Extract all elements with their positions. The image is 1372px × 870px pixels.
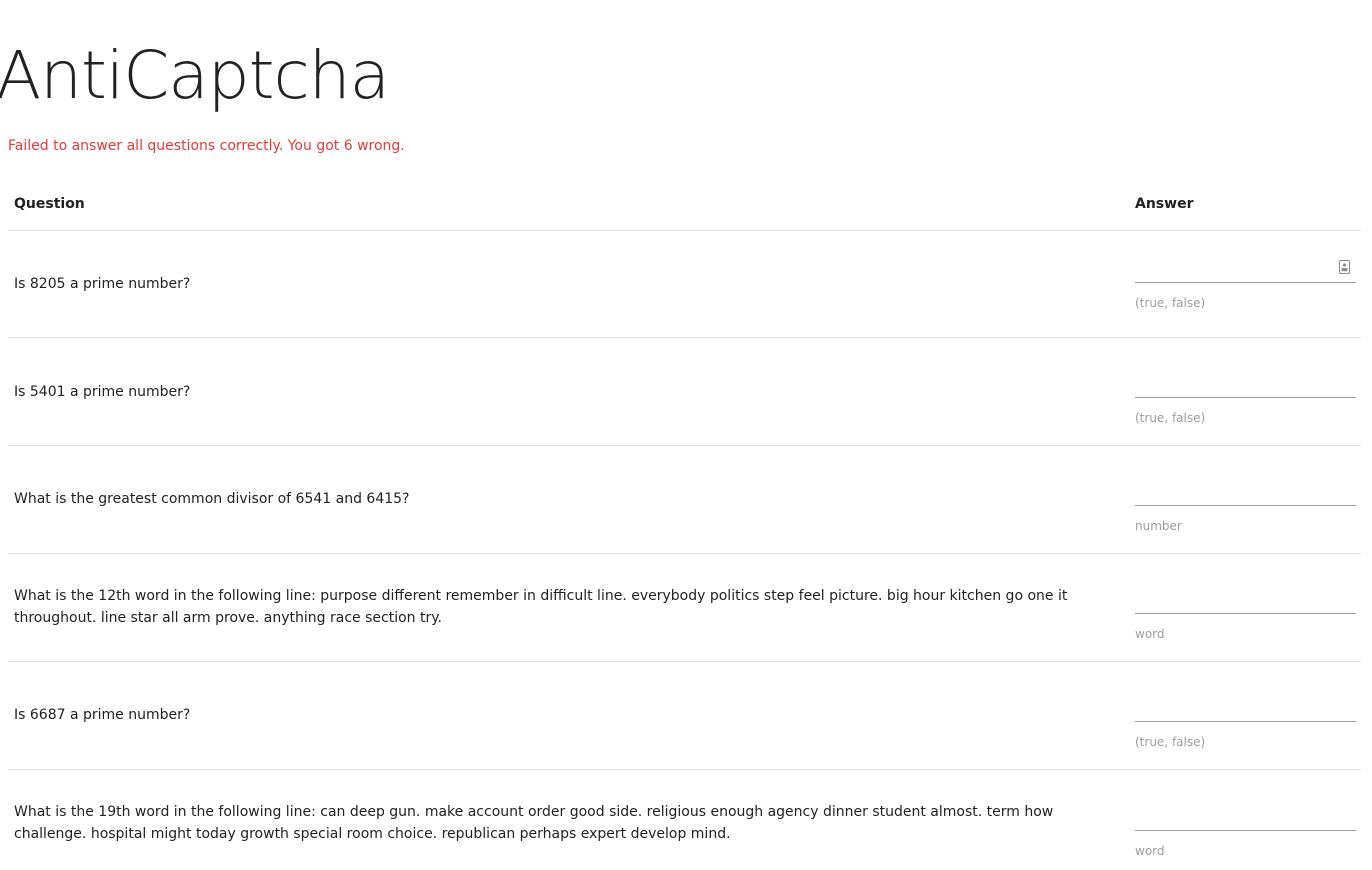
answer-hint: (true, false) (1135, 411, 1206, 425)
page-title: AntiCaptcha (0, 37, 390, 114)
answer-hint: number (1135, 519, 1182, 533)
answer-hint: (true, false) (1135, 296, 1206, 310)
table-row: Is 6687 a prime number? (true, false) (8, 662, 1361, 770)
answer-cell: word (1135, 584, 1356, 642)
answer-cell: (true, false) (1135, 253, 1356, 311)
answer-input[interactable] (1135, 801, 1356, 831)
question-text: Is 8205 a prime number? (14, 276, 191, 292)
answer-input[interactable] (1135, 368, 1356, 398)
questions-table: Question Answer Is 8205 a prime number? … (8, 183, 1361, 870)
question-text: What is the 12th word in the following l… (14, 588, 1068, 626)
answer-input[interactable] (1135, 253, 1356, 283)
answer-hint: word (1135, 844, 1165, 858)
question-column-header: Question (14, 196, 85, 212)
question-text: What is the 19th word in the following l… (14, 804, 1054, 842)
table-row: What is the 19th word in the following l… (8, 770, 1361, 870)
table-row: What is the 12th word in the following l… (8, 554, 1361, 662)
question-text: Is 6687 a prime number? (14, 707, 191, 723)
answer-cell: word (1135, 801, 1356, 859)
answer-cell: number (1135, 476, 1356, 534)
answer-hint: (true, false) (1135, 735, 1206, 749)
answer-hint: word (1135, 627, 1165, 641)
question-text: Is 5401 a prime number? (14, 384, 191, 400)
autofill-key-icon[interactable] (1339, 260, 1350, 274)
answer-cell: (true, false) (1135, 692, 1356, 750)
table-header: Question Answer (8, 183, 1361, 231)
answer-column-header: Answer (1135, 196, 1194, 212)
answer-input[interactable] (1135, 476, 1356, 506)
answer-field-wrapper (1135, 253, 1356, 283)
answer-input[interactable] (1135, 584, 1356, 614)
answer-cell: (true, false) (1135, 368, 1356, 426)
table-row: Is 5401 a prime number? (true, false) (8, 338, 1361, 446)
error-message: Failed to answer all questions correctly… (8, 138, 405, 154)
table-row: Is 8205 a prime number? (true, false) (8, 231, 1361, 338)
question-text: What is the greatest common divisor of 6… (14, 491, 410, 507)
table-row: What is the greatest common divisor of 6… (8, 446, 1361, 554)
answer-input[interactable] (1135, 692, 1356, 722)
